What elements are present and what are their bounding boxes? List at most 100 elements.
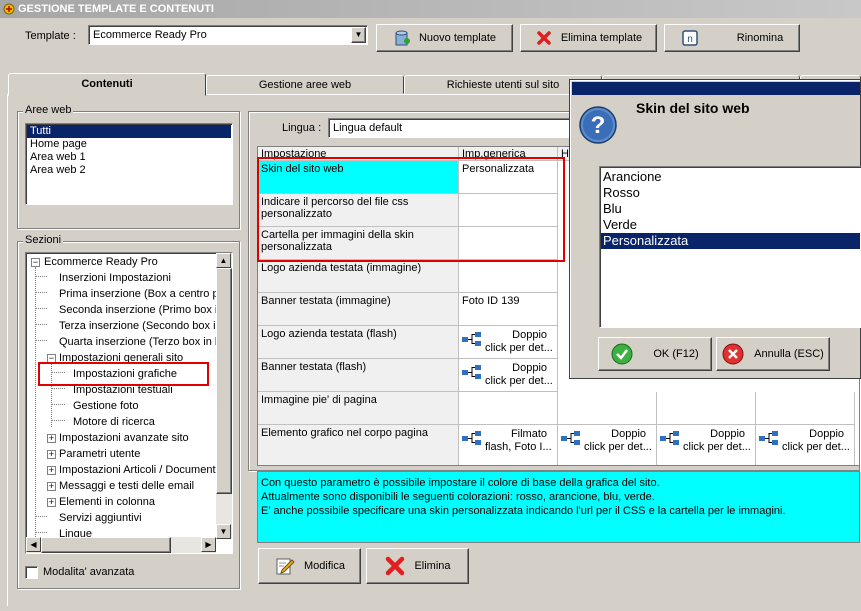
list-item[interactable]: Home page — [27, 138, 231, 151]
cell-line2: click per det... — [584, 441, 652, 453]
tree-item[interactable]: Terza inserzione (Secondo box in — [59, 319, 222, 333]
tree-item[interactable]: Inserzioni Impostazioni — [59, 271, 171, 285]
sezioni-label: Sezioni — [23, 234, 64, 246]
expand-icon[interactable]: + — [47, 466, 56, 475]
dialog-title-bar — [572, 82, 860, 95]
dialog-title: Skin del sito web — [636, 100, 750, 116]
dropdown-arrow-icon[interactable]: ▼ — [351, 27, 366, 43]
tree-item[interactable]: Impostazioni Articoli / Documenti — [59, 463, 218, 477]
grid-cell-name[interactable]: Immagine pie' di pagina — [258, 392, 459, 425]
delete-template-label: Elimina template — [560, 32, 643, 44]
window-title: GESTIONE TEMPLATE E CONTENUTI — [18, 3, 214, 15]
cancel-label: Annulla (ESC) — [754, 348, 824, 360]
grid-cell-value[interactable]: Doppio click per det... — [558, 425, 657, 465]
grid-cell-empty[interactable] — [756, 392, 855, 425]
rename-button[interactable]: n Rinomina — [664, 24, 800, 52]
grid-cell-value[interactable] — [459, 392, 558, 425]
list-item[interactable]: Area web 1 — [27, 151, 231, 164]
list-item[interactable]: Verde — [601, 217, 860, 233]
tree-item[interactable]: Quarta inserzione (Terzo box in b — [59, 335, 221, 349]
collapse-icon[interactable]: − — [31, 258, 40, 267]
new-template-icon — [395, 30, 410, 46]
tree-item[interactable]: Elementi in colonna — [59, 495, 155, 509]
list-item[interactable]: Arancione — [601, 169, 860, 185]
ok-button[interactable]: OK (F12) — [598, 337, 712, 371]
cell-line1: Doppio — [710, 428, 745, 440]
grid-cell-name[interactable]: Banner testata (flash) — [258, 359, 459, 392]
scroll-down-icon[interactable]: ▼ — [216, 524, 231, 539]
template-select-value: Ecommerce Ready Pro — [93, 29, 207, 41]
link-tree-icon — [759, 431, 778, 445]
new-template-button[interactable]: Nuovo template — [376, 24, 513, 52]
tree-item[interactable]: Seconda inserzione (Primo box in — [59, 303, 223, 317]
link-tree-icon — [462, 365, 481, 379]
sezioni-tree[interactable]: − Ecommerce Ready Pro Inserzioni Imposta… — [25, 252, 233, 554]
cell-line1: Doppio — [512, 329, 547, 341]
list-item[interactable]: Tutti — [27, 125, 231, 138]
grid-cell-value[interactable]: Doppio click per det... — [657, 425, 756, 465]
grid-cell-value[interactable]: Doppio click per det... — [459, 359, 558, 392]
grid-cell-name[interactable]: Logo azienda testata (flash) — [258, 326, 459, 359]
modify-button[interactable]: Modifica — [258, 548, 361, 584]
grid-cell-name[interactable]: Elemento grafico nel corpo pagina — [258, 425, 459, 465]
cell-line2: click per det... — [485, 375, 553, 387]
svg-text:?: ? — [591, 112, 606, 139]
tree-item[interactable]: Gestione foto — [73, 399, 138, 413]
tree-item[interactable]: Motore di ricerca — [73, 415, 155, 429]
scroll-left-icon[interactable]: ◀ — [26, 537, 41, 552]
skin-options-list[interactable]: Arancione Rosso Blu Verde Personalizzata — [599, 166, 861, 328]
cancel-button[interactable]: Annulla (ESC) — [716, 337, 830, 371]
annotation-tree-highlight — [38, 362, 209, 386]
grid-cell-name[interactable]: Logo azienda testata (immagine) — [258, 260, 459, 293]
template-select[interactable]: Ecommerce Ready Pro ▼ — [88, 25, 368, 45]
grid-cell-value[interactable]: Foto ID 139 — [459, 293, 558, 326]
delete-x-icon — [386, 556, 405, 576]
tree-item[interactable]: Servizi aggiuntivi — [59, 511, 142, 525]
grid-cell-value[interactable]: Doppio click per det... — [459, 326, 558, 359]
description-line: E' anche possibile specificare una skin … — [261, 505, 786, 517]
ok-label: OK (F12) — [653, 348, 699, 360]
lingua-field[interactable]: Lingua default — [328, 118, 573, 138]
expand-icon[interactable]: + — [47, 498, 56, 507]
link-tree-icon — [660, 431, 679, 445]
grid-cell-empty[interactable] — [558, 392, 657, 425]
delete-x-icon — [537, 31, 551, 45]
delete-button[interactable]: Elimina — [366, 548, 469, 584]
expand-icon[interactable]: + — [47, 482, 56, 491]
window-title-bar: GESTIONE TEMPLATE E CONTENUTI — [0, 0, 861, 18]
tree-vscrollbar[interactable]: ▲ ▼ — [216, 253, 232, 539]
grid-cell-empty[interactable] — [657, 392, 756, 425]
scroll-up-icon[interactable]: ▲ — [216, 253, 231, 268]
expand-icon[interactable]: + — [47, 450, 56, 459]
hscroll-thumb[interactable] — [41, 537, 171, 553]
grid-cell-value[interactable] — [459, 260, 558, 293]
tree-hscrollbar[interactable]: ◀ ▶ — [26, 537, 216, 553]
tree-item[interactable]: Impostazioni avanzate sito — [59, 431, 189, 445]
list-item[interactable]: Blu — [601, 201, 860, 217]
list-item-selected[interactable]: Personalizzata — [601, 233, 860, 249]
expand-icon[interactable]: + — [47, 434, 56, 443]
tree-item[interactable]: Prima inserzione (Box a centro pa — [59, 287, 225, 301]
tree-root[interactable]: Ecommerce Ready Pro — [44, 255, 158, 269]
grid-cell-value[interactable]: Filmato flash, Foto I... — [459, 425, 558, 465]
tree-item[interactable]: Parametri utente — [59, 447, 140, 461]
tree-item[interactable]: Messaggi e testi delle email — [59, 479, 194, 493]
tab-contenuti[interactable]: Contenuti — [8, 73, 206, 96]
grid-cell-name[interactable]: Banner testata (immagine) — [258, 293, 459, 326]
grid-cell-value[interactable]: Doppio click per det... — [756, 425, 855, 465]
description-line: Con questo parametro è possibile imposta… — [261, 477, 660, 489]
delete-template-button[interactable]: Elimina template — [520, 24, 657, 52]
scroll-right-icon[interactable]: ▶ — [201, 537, 216, 552]
cell-line2: click per det... — [683, 441, 751, 453]
edit-pencil-icon — [276, 558, 295, 575]
list-item[interactable]: Rosso — [601, 185, 860, 201]
vscroll-thumb[interactable] — [216, 268, 232, 494]
aree-web-list[interactable]: Tutti Home page Area web 1 Area web 2 — [25, 123, 233, 205]
modalita-avanzata-checkbox[interactable] — [25, 566, 38, 579]
svg-text:n: n — [687, 34, 693, 45]
cell-line1: Doppio — [611, 428, 646, 440]
description-line: Attualmente sono disponibili le seguenti… — [261, 491, 655, 503]
modalita-avanzata-label: Modalita' avanzata — [43, 566, 135, 578]
list-item[interactable]: Area web 2 — [27, 164, 231, 177]
tab-gestione-aree-web[interactable]: Gestione aree web — [206, 75, 404, 94]
